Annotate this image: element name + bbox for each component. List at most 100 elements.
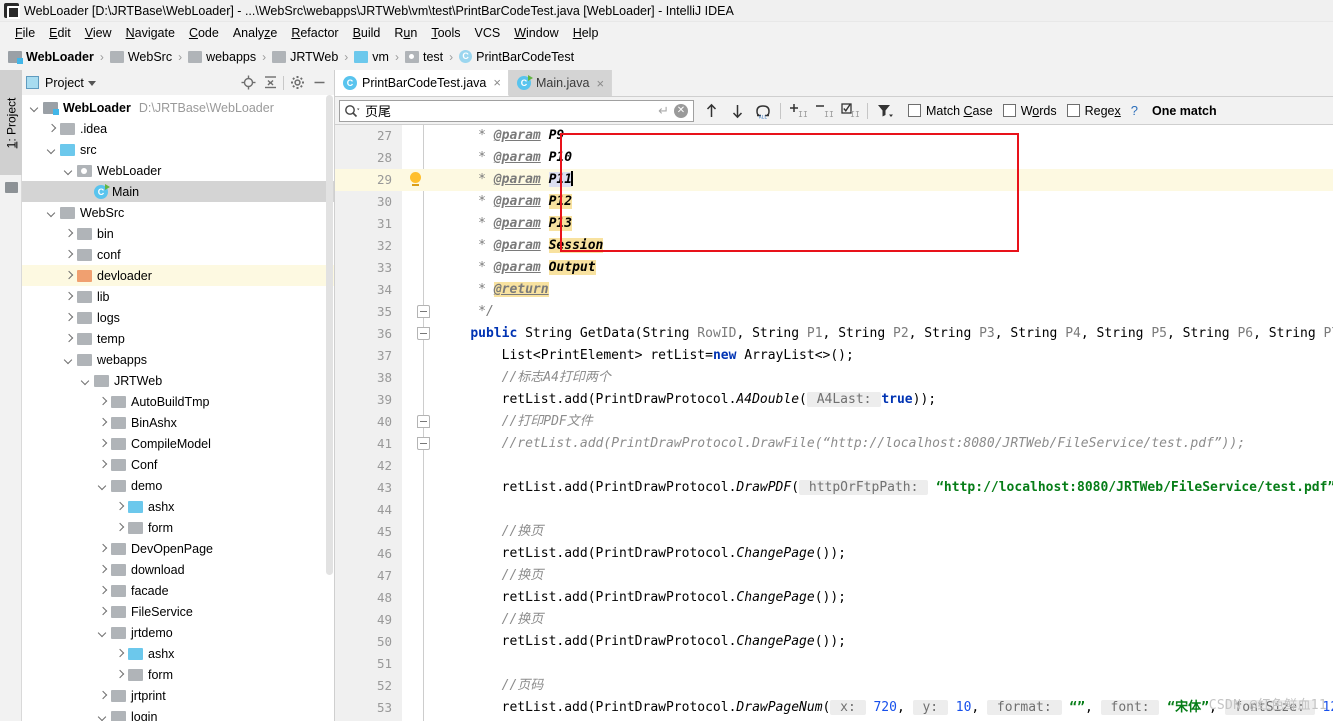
match-case-checkbox[interactable]: Match Case xyxy=(908,104,993,118)
locate-icon[interactable] xyxy=(237,73,259,93)
icon-gutter[interactable] xyxy=(402,125,436,721)
code-line[interactable] xyxy=(436,653,1333,675)
tree-item-logs[interactable]: logs xyxy=(22,307,334,328)
tree-item-src[interactable]: src xyxy=(22,139,334,160)
menu-tools[interactable]: Tools xyxy=(424,25,467,41)
checkbox-box[interactable] xyxy=(1002,104,1016,117)
search-icon[interactable] xyxy=(343,103,361,119)
code-line[interactable]: //打印PDF文件 xyxy=(436,411,1333,433)
fold-marker-icon[interactable] xyxy=(417,327,430,340)
chevron-down-icon[interactable] xyxy=(28,101,41,114)
tree-item-compilemodel[interactable]: CompileModel xyxy=(22,433,334,454)
tree-item-webapps[interactable]: webapps xyxy=(22,349,334,370)
code-line[interactable]: * @param Output xyxy=(436,257,1333,279)
tab-main-java[interactable]: C Main.java × xyxy=(508,70,613,96)
project-scrollbar[interactable] xyxy=(325,95,334,721)
code-line[interactable]: public String GetData(String RowID, Stri… xyxy=(436,323,1333,345)
chevron-down-icon[interactable] xyxy=(87,81,96,86)
code-line[interactable]: retList.add(PrintDrawProtocol.DrawPDF( h… xyxy=(436,477,1333,499)
code-line[interactable]: * @return xyxy=(436,279,1333,301)
code-line[interactable]: * @param P12 xyxy=(436,191,1333,213)
chevron-right-icon[interactable] xyxy=(96,584,109,597)
code-line[interactable]: retList.add(PrintDrawProtocol.A4Double( … xyxy=(436,389,1333,411)
help-icon[interactable]: ? xyxy=(1131,103,1138,118)
code-line[interactable]: * @param Session xyxy=(436,235,1333,257)
chevron-down-icon[interactable] xyxy=(96,710,109,721)
chevron-right-icon[interactable] xyxy=(62,248,75,261)
tree-item-login[interactable]: login xyxy=(22,706,334,721)
chevron-down-icon[interactable] xyxy=(45,206,58,219)
chevron-right-icon[interactable] xyxy=(96,458,109,471)
tree-item-fileservice[interactable]: FileService xyxy=(22,601,334,622)
menu-run[interactable]: Run xyxy=(387,25,424,41)
code-line[interactable]: //换页 xyxy=(436,565,1333,587)
remove-selection-icon[interactable]: II xyxy=(811,99,837,123)
chevron-down-icon[interactable] xyxy=(62,353,75,366)
tree-item-form[interactable]: form xyxy=(22,664,334,685)
tree-item-idea[interactable]: .idea xyxy=(22,118,334,139)
breadcrumb-item-websrc[interactable]: WebSrc xyxy=(108,50,174,64)
menu-vcs[interactable]: VCS xyxy=(468,25,508,41)
tree-item-autobuildtmp[interactable]: AutoBuildTmp xyxy=(22,391,334,412)
tree-item-devloader[interactable]: devloader xyxy=(22,265,334,286)
tree-item-jrtweb[interactable]: JRTWeb xyxy=(22,370,334,391)
chevron-right-icon[interactable] xyxy=(62,332,75,345)
favorites-icon[interactable] xyxy=(5,182,18,193)
chevron-right-icon[interactable] xyxy=(45,122,58,135)
chevron-down-icon[interactable] xyxy=(79,374,92,387)
scrollbar-thumb[interactable] xyxy=(326,95,333,575)
tree-item-webloader[interactable]: WebLoader D:\JRTBase\WebLoader xyxy=(22,97,334,118)
tree-item-form[interactable]: form xyxy=(22,517,334,538)
code-line[interactable]: //retList.add(PrintDrawProtocol.DrawFile… xyxy=(436,433,1333,455)
search-input[interactable]: 页尾 ↵ ✕ xyxy=(339,99,694,122)
filter-icon[interactable] xyxy=(872,99,898,123)
code-line[interactable]: //页码 xyxy=(436,675,1333,697)
fold-marker-icon[interactable] xyxy=(417,437,430,450)
menu-analyze[interactable]: Analyze xyxy=(226,25,284,41)
chevron-right-icon[interactable] xyxy=(96,437,109,450)
select-all-occurrences-icon[interactable]: ALL xyxy=(750,99,776,123)
chevron-right-icon[interactable] xyxy=(113,521,126,534)
close-icon[interactable]: × xyxy=(493,75,501,90)
tree-item-temp[interactable]: temp xyxy=(22,328,334,349)
tree-item-lib[interactable]: lib xyxy=(22,286,334,307)
code-line[interactable]: //换页 xyxy=(436,521,1333,543)
close-icon[interactable]: × xyxy=(596,76,604,91)
menu-file[interactable]: File xyxy=(8,25,42,41)
menu-navigate[interactable]: Navigate xyxy=(119,25,182,41)
tree-item-conf[interactable]: conf xyxy=(22,244,334,265)
tree-item-download[interactable]: download xyxy=(22,559,334,580)
breadcrumb-item-printbarcodetest[interactable]: C PrintBarCodeTest xyxy=(457,50,576,64)
chevron-right-icon[interactable] xyxy=(96,689,109,702)
tree-item-webloader[interactable]: WebLoader xyxy=(22,160,334,181)
chevron-right-icon[interactable] xyxy=(62,290,75,303)
menu-window[interactable]: Window xyxy=(507,25,565,41)
tab-printbarcodetest-java[interactable]: C PrintBarCodeTest.java × xyxy=(335,70,509,96)
intention-bulb-icon[interactable] xyxy=(410,172,421,186)
breadcrumb-item-webapps[interactable]: webapps xyxy=(186,50,258,64)
tree-item-jrtprint[interactable]: jrtprint xyxy=(22,685,334,706)
chevron-down-icon[interactable] xyxy=(45,143,58,156)
clear-icon[interactable]: ✕ xyxy=(674,103,688,118)
breadcrumb-item-test[interactable]: test xyxy=(403,50,445,64)
code-line[interactable]: //标志A4打印两个 xyxy=(436,367,1333,389)
menu-code[interactable]: Code xyxy=(182,25,226,41)
gear-icon[interactable] xyxy=(286,73,308,93)
code-line[interactable]: */ xyxy=(436,301,1333,323)
breadcrumb-item-jrtweb[interactable]: JRTWeb xyxy=(270,50,340,64)
tree-item-conf[interactable]: Conf xyxy=(22,454,334,475)
tree-item-bin[interactable]: bin xyxy=(22,223,334,244)
chevron-right-icon[interactable] xyxy=(113,647,126,660)
tree-item-devopenpage[interactable]: DevOpenPage xyxy=(22,538,334,559)
code-line[interactable] xyxy=(436,455,1333,477)
find-next-button[interactable] xyxy=(724,99,750,123)
code-line[interactable]: List<PrintElement> retList=new ArrayList… xyxy=(436,345,1333,367)
tool-tab-project[interactable]: 1: Project xyxy=(0,70,22,175)
checkbox-box[interactable] xyxy=(1066,104,1080,117)
tree-item-ashx[interactable]: ashx xyxy=(22,643,334,664)
tree-item-websrc[interactable]: WebSrc xyxy=(22,202,334,223)
menu-view[interactable]: View xyxy=(78,25,119,41)
menu-edit[interactable]: Edit xyxy=(42,25,78,41)
regex-checkbox[interactable]: Regex xyxy=(1066,104,1121,118)
code-line[interactable] xyxy=(436,499,1333,521)
